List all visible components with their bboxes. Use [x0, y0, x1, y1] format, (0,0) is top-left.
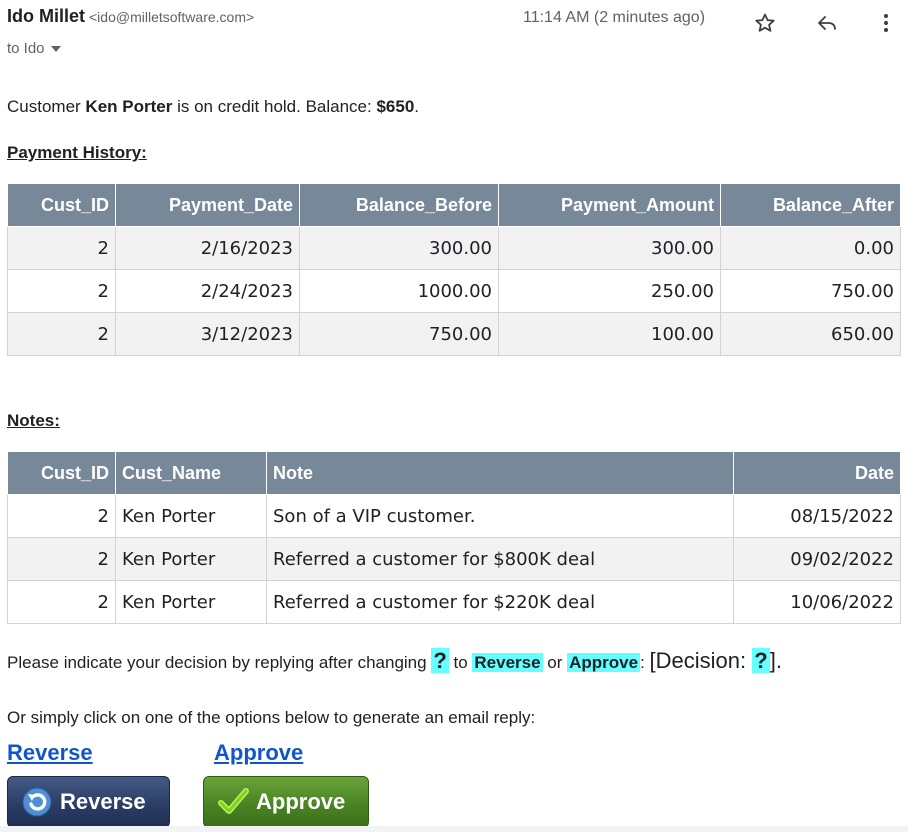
table-row: 2 Ken Porter Referred a customer for $22… [7, 580, 901, 624]
sender-email: <ido@milletsoftware.com> [89, 9, 255, 25]
more-options-button[interactable] [871, 8, 901, 38]
reverse-link[interactable]: Reverse [7, 740, 93, 766]
reverse-button-label: Reverse [60, 789, 146, 814]
table-cell: 1000.00 [299, 269, 499, 313]
sender-line: Ido Millet <ido@milletsoftware.com> [7, 6, 254, 27]
undo-icon [20, 785, 54, 819]
column-header: Balance_After [720, 183, 901, 227]
column-header: Date [733, 451, 901, 495]
payment-history-table: Cust_ID Payment_Date Balance_Before Paym… [7, 183, 901, 356]
table-cell: 3/12/2023 [115, 312, 300, 356]
column-header: Payment_Amount [498, 183, 721, 227]
table-cell: 09/02/2022 [733, 537, 901, 581]
table-cell: Referred a customer for $220K deal [266, 580, 734, 624]
table-cell: 250.00 [498, 269, 721, 313]
caret-down-icon [50, 46, 61, 53]
notes-table: Cust_ID Cust_Name Note Date 2 Ken Porter… [7, 451, 901, 624]
table-cell: 0.00 [720, 226, 901, 270]
table-cell: 2 [7, 537, 116, 581]
table-cell: Son of a VIP customer. [266, 494, 734, 538]
table-cell: 2 [7, 312, 116, 356]
table-cell: 750.00 [720, 269, 901, 313]
approve-button[interactable]: Approve [203, 776, 369, 828]
approve-link[interactable]: Approve [214, 740, 303, 766]
table-header-row: Cust_ID Payment_Date Balance_Before Paym… [7, 183, 901, 227]
notes-title: Notes: [7, 411, 60, 430]
customer-name: Ken Porter [85, 97, 173, 116]
more-vert-icon [884, 14, 888, 32]
intro-text-2: is on credit hold. Balance: [172, 97, 377, 116]
table-cell: Ken Porter [115, 580, 267, 624]
table-cell: 2/24/2023 [115, 269, 300, 313]
decision-text-3: or [542, 653, 568, 672]
table-cell: 2 [7, 226, 116, 270]
table-row: 2 Ken Porter Son of a VIP customer. 08/1… [7, 494, 901, 538]
table-cell: 300.00 [498, 226, 721, 270]
table-cell: 2 [7, 580, 116, 624]
decision-field-open: [Decision: [649, 648, 753, 673]
table-cell: 300.00 [299, 226, 499, 270]
star-icon [755, 13, 775, 32]
table-cell: 650.00 [720, 312, 901, 356]
column-header: Cust_ID [7, 451, 116, 495]
table-cell: Referred a customer for $800K deal [266, 537, 734, 581]
column-header: Payment_Date [115, 183, 300, 227]
table-cell: 2/16/2023 [115, 226, 300, 270]
email-timestamp: 11:14 AM (2 minutes ago) [523, 9, 706, 26]
table-cell: 08/15/2022 [733, 494, 901, 538]
check-icon [216, 785, 250, 819]
reverse-button[interactable]: Reverse [7, 776, 170, 828]
column-header: Note [266, 451, 734, 495]
approve-button-label: Approve [256, 789, 346, 814]
decision-text: Please indicate your decision by replyin… [7, 653, 432, 672]
table-cell: Ken Porter [115, 494, 267, 538]
star-button[interactable] [750, 8, 780, 38]
placeholder-highlight: ? [431, 648, 449, 673]
email-header: Ido Millet <ido@milletsoftware.com> to Id… [7, 6, 903, 62]
reply-button[interactable] [812, 8, 842, 38]
table-row: 2 Ken Porter Referred a customer for $80… [7, 537, 901, 581]
reply-icon [818, 16, 836, 30]
credit-hold-message: Customer Ken Porter is on credit hold. B… [7, 97, 419, 117]
decision-field-close: ]. [769, 648, 782, 673]
table-cell: 2 [7, 494, 116, 538]
table-row: 2 2/16/2023 300.00 300.00 0.00 [7, 226, 901, 270]
column-header: Cust_Name [115, 451, 267, 495]
balance-amount: $650 [376, 97, 415, 116]
table-row: 2 2/24/2023 1000.00 250.00 750.00 [7, 269, 901, 313]
table-cell: 100.00 [498, 312, 721, 356]
table-cell: 2 [7, 269, 116, 313]
recipient-label: to Ido [7, 40, 45, 57]
table-cell: Ken Porter [115, 537, 267, 581]
decision-placeholder: ? [752, 648, 770, 673]
bottom-divider [0, 826, 908, 832]
decision-text-2: to [448, 653, 473, 672]
intro-text-3: . [414, 97, 420, 116]
decision-instructions: Please indicate your decision by replyin… [7, 648, 782, 674]
approve-keyword: Approve [567, 653, 641, 672]
table-cell: 10/06/2022 [733, 580, 901, 624]
table-header-row: Cust_ID Cust_Name Note Date [7, 451, 901, 495]
table-row: 2 3/12/2023 750.00 100.00 650.00 [7, 312, 901, 356]
decision-text-4: : [640, 653, 650, 672]
column-header: Balance_Before [299, 183, 499, 227]
recipient-toggle[interactable]: to Ido [7, 40, 61, 57]
options-instructions: Or simply click on one of the options be… [7, 708, 536, 727]
sender-name[interactable]: Ido Millet [7, 6, 85, 26]
intro-text: Customer [7, 97, 86, 116]
reverse-keyword: Reverse [472, 653, 543, 672]
table-cell: 750.00 [299, 312, 499, 356]
payment-history-title: Payment History: [7, 143, 147, 162]
column-header: Cust_ID [7, 183, 116, 227]
